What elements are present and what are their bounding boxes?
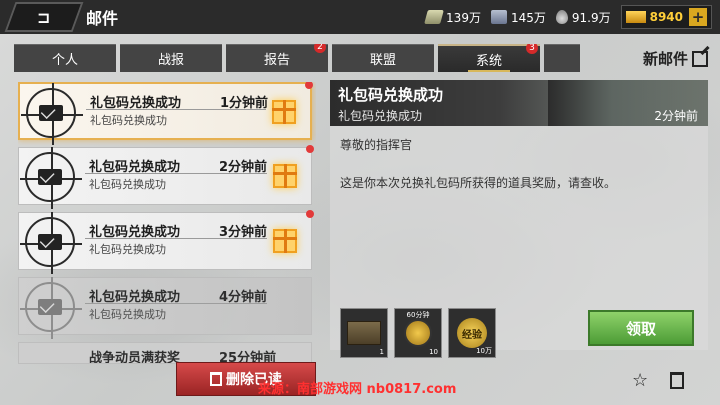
tab-personal[interactable]: 个人: [14, 44, 116, 72]
add-gold-button[interactable]: +: [689, 8, 707, 26]
tab-report[interactable]: 报告 2: [226, 44, 328, 72]
reward-duration: 60分钟: [406, 311, 430, 319]
mail-crosshair-icon: [20, 277, 82, 339]
claim-button[interactable]: 领取: [588, 310, 694, 346]
resource-cash-value: 139万: [446, 10, 481, 25]
unread-dot: [306, 145, 314, 153]
tab-label: 战报: [157, 53, 184, 68]
mail-subtitle: 礼包码兑换成功: [89, 178, 166, 191]
resource-bar: 139万 145万 91.9万 8940 +: [424, 5, 712, 29]
mail-item[interactable]: 战争动员满获奖 25分钟前: [18, 342, 312, 364]
supply-box-icon: [490, 10, 507, 24]
gold-bar-icon: [625, 11, 646, 23]
gold-display: 8940 +: [620, 5, 712, 29]
mail-title: 战争动员满获奖: [89, 351, 181, 364]
tab-label: 个人: [51, 53, 78, 68]
trash-icon: [210, 372, 222, 386]
star-icon[interactable]: ☆: [632, 370, 648, 391]
divider: [85, 238, 267, 239]
unread-badge: 2: [314, 44, 326, 53]
mail-item[interactable]: 礼包码兑换成功 2分钟前 礼包码兑换成功: [18, 145, 314, 209]
resource-cash: 139万: [424, 9, 481, 26]
exp-icon: 经验: [457, 318, 487, 348]
tab-label: 系统: [475, 53, 502, 69]
unread-badge: 3: [526, 44, 538, 54]
envelope-icon: [38, 299, 62, 315]
reward-list: 1 60分钟 10 经验 10万: [340, 308, 496, 358]
back-button[interactable]: ⊐: [4, 2, 84, 32]
reward-item[interactable]: 经验 10万: [448, 308, 496, 358]
mail-detail-panel: 礼包码兑换成功 礼包码兑换成功 2分钟前 尊敬的指挥官 这是你本次兑换礼包码所获…: [330, 80, 708, 358]
resource-oil: 91.9万: [555, 9, 611, 26]
top-bar: ⊐ 邮件 139万 145万 91.9万 8940 +: [0, 0, 720, 34]
tab-sent[interactable]: 已发: [544, 44, 580, 72]
detail-body: 这是你本次兑换礼包码所获得的道具奖励，请查收。: [340, 176, 617, 190]
mail-item[interactable]: 礼包码兑换成功 3分钟前 礼包码兑换成功: [18, 210, 314, 274]
gift-icon: [272, 100, 296, 124]
back-icon: ⊐: [37, 7, 51, 27]
cash-icon: [424, 10, 444, 24]
mail-crosshair-icon: [20, 147, 82, 209]
detail-greeting: 尊敬的指挥官: [340, 138, 413, 152]
detail-subtitle: 礼包码兑换成功: [338, 109, 423, 123]
resource-supply-value: 145万: [510, 10, 546, 25]
gold-value: 8940: [649, 10, 683, 24]
new-mail-label: 新邮件: [642, 50, 688, 68]
divider: [86, 109, 266, 110]
mail-crosshair-icon: [20, 212, 82, 274]
resource-oil-value: 91.9万: [571, 10, 611, 25]
oil-drop-icon: [555, 10, 568, 24]
watermark-text: 来源：南部游戏网 nb0817.com: [258, 382, 457, 397]
mail-subtitle: 礼包码兑换成功: [89, 243, 166, 256]
detail-header: 礼包码兑换成功 礼包码兑换成功 2分钟前: [330, 80, 708, 126]
envelope-icon: [38, 169, 62, 185]
envelope-icon: [38, 234, 62, 250]
reward-qty: 1: [379, 348, 384, 356]
resource-supply: 145万: [490, 9, 546, 26]
gift-icon: [273, 229, 297, 253]
new-mail-button[interactable]: 新邮件: [643, 48, 708, 69]
tab-label: 联盟: [369, 53, 396, 68]
unread-dot: [305, 82, 313, 89]
unread-dot: [306, 210, 314, 218]
tab-alliance[interactable]: 联盟: [332, 44, 434, 72]
compose-icon: [692, 50, 708, 67]
tab-battle-report[interactable]: 战报: [120, 44, 222, 72]
tab-label: 报告: [263, 53, 290, 68]
delete-icon[interactable]: [670, 372, 684, 389]
mail-item[interactable]: 礼包码兑换成功 1分钟前 礼包码兑换成功: [18, 82, 313, 145]
mail-list[interactable]: 礼包码兑换成功 1分钟前 礼包码兑换成功 礼包码兑换成功 2分钟前 礼包码兑换成…: [18, 82, 316, 372]
reward-item[interactable]: 60分钟 10: [394, 308, 442, 358]
detail-time: 2分钟前: [654, 109, 698, 123]
tab-system[interactable]: 系统 3: [438, 44, 540, 72]
divider: [85, 303, 267, 304]
reward-item[interactable]: 1: [340, 308, 388, 358]
supply-crate-icon: [347, 321, 381, 345]
speedup-icon: [404, 319, 432, 347]
envelope-icon: [39, 105, 63, 121]
mail-subtitle: 礼包码兑换成功: [89, 308, 166, 321]
gift-icon: [273, 164, 297, 188]
mail-tabs: 个人 战报 报告 2 联盟 系统 3 已发: [14, 44, 580, 72]
detail-title: 礼包码兑换成功: [338, 86, 444, 104]
page-title: 邮件: [86, 9, 119, 28]
divider: [85, 173, 267, 174]
reward-qty: 10万: [476, 347, 492, 355]
mail-item[interactable]: 礼包码兑换成功 4分钟前 礼包码兑换成功: [18, 277, 312, 339]
mail-crosshair-icon: [21, 83, 83, 145]
reward-qty: 10: [429, 348, 438, 356]
mail-subtitle: 礼包码兑换成功: [90, 114, 167, 127]
